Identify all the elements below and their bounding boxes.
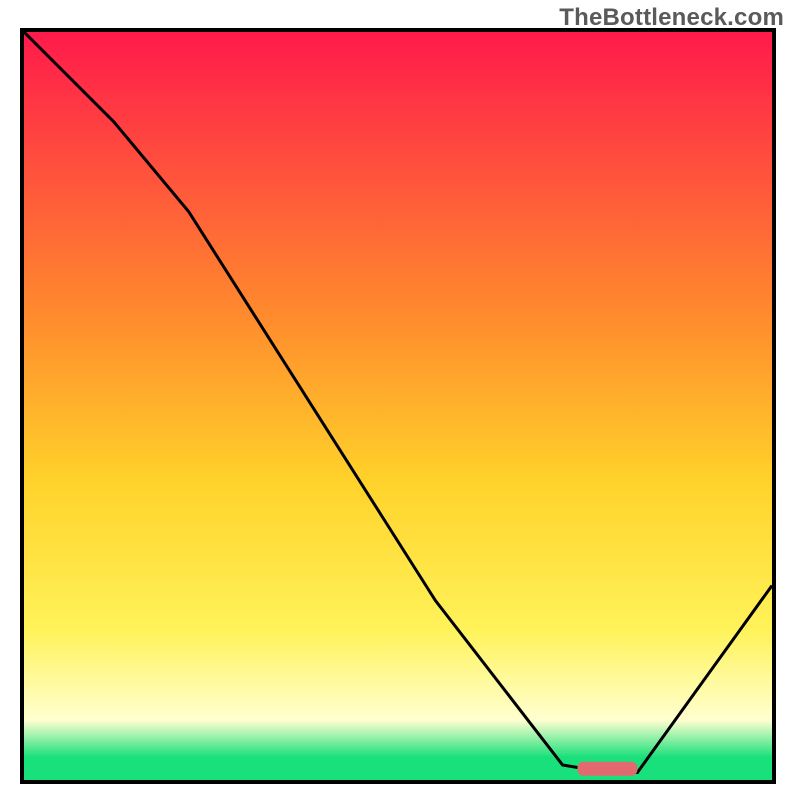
minimum-marker	[577, 762, 637, 776]
gradient-rect	[24, 32, 772, 780]
plot-area	[20, 28, 776, 784]
figure-frame: TheBottleneck.com	[0, 0, 800, 800]
chart-svg	[24, 32, 772, 780]
